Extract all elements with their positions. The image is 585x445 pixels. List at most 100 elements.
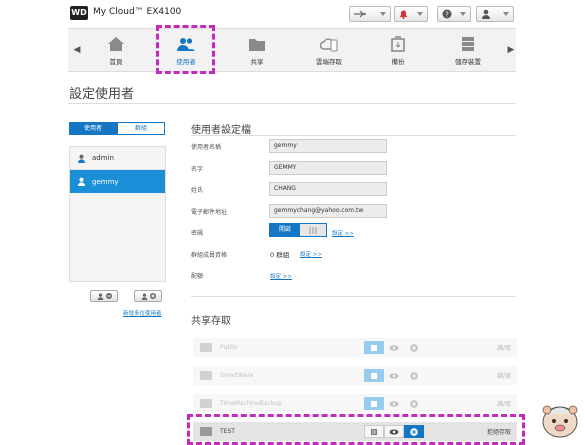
share-name: TimeMachineBackup — [220, 400, 282, 407]
eye-icon — [389, 372, 399, 379]
firstname-label: 名字 — [191, 166, 204, 173]
nav-cloud-label: 雲端存取 — [316, 58, 342, 66]
read-write-button[interactable] — [364, 341, 384, 354]
folder-icon — [200, 399, 212, 408]
folder-icon — [200, 343, 212, 352]
share-row-smartware[interactable]: SmartWare 讀/寫 — [193, 366, 517, 385]
usb-menu-button[interactable] — [349, 6, 391, 22]
share-name: SmartWare — [220, 372, 254, 379]
password-toggle-off — [300, 224, 326, 236]
section-divider — [191, 296, 516, 297]
nav-users-highlight — [156, 25, 215, 74]
user-icon — [77, 177, 86, 186]
svg-text:?: ? — [445, 11, 449, 19]
title-divider — [68, 103, 516, 104]
nav-shares[interactable]: 共享 — [230, 30, 284, 72]
nav-next-icon[interactable]: ▶ — [506, 28, 516, 72]
page-title: 設定使用者 — [69, 87, 135, 102]
share-permission: 讀/寫 — [496, 373, 511, 380]
user-name: admin — [92, 154, 114, 162]
tab-users[interactable]: 使用者 — [69, 122, 117, 135]
read-only-button[interactable] — [384, 397, 404, 410]
username-field[interactable]: gemmy — [269, 139, 387, 153]
share-name: Public — [220, 344, 238, 351]
password-toggle-on: 開啟 — [270, 224, 300, 236]
password-config-link[interactable]: 設定 >> — [332, 229, 354, 237]
account-menu-button[interactable] — [476, 6, 514, 22]
bell-icon — [400, 10, 407, 19]
user-icon — [97, 292, 103, 300]
minus-icon — [105, 293, 112, 299]
read-write-button[interactable] — [364, 397, 384, 410]
home-icon — [108, 37, 124, 51]
backup-icon — [391, 36, 405, 52]
quota-label: 配額 — [191, 273, 204, 280]
firstname-field[interactable]: GEMMY — [269, 161, 387, 175]
deny-button[interactable] — [404, 397, 424, 410]
edit-icon — [371, 400, 377, 407]
read-only-button[interactable] — [384, 341, 404, 354]
deny-button[interactable] — [404, 369, 424, 382]
group-membership-label: 群組成員資格 — [191, 252, 228, 259]
alerts-menu-button[interactable] — [394, 6, 428, 22]
product-name: My Cloud™ EX4100 — [93, 7, 182, 17]
user-item-gemmy[interactable]: gemmy — [70, 170, 165, 193]
edit-icon — [371, 372, 377, 379]
mascot-sticker-icon — [542, 405, 578, 438]
nav-home[interactable]: 首頁 — [89, 30, 143, 72]
share-row-test-highlight — [187, 414, 525, 445]
user-icon — [77, 154, 86, 163]
share-permission: 讀/寫 — [496, 401, 511, 408]
tab-groups[interactable]: 群組 — [117, 122, 165, 135]
remove-user-button[interactable] — [90, 290, 118, 302]
email-label: 電子郵件地址 — [191, 209, 228, 216]
quota-config-link[interactable]: 設定 >> — [270, 272, 292, 280]
eye-icon — [389, 400, 399, 407]
storage-icon — [462, 37, 474, 51]
folder-icon — [249, 39, 265, 51]
nav-home-label: 首頁 — [109, 58, 123, 66]
nav-prev-icon[interactable]: ◀ — [72, 28, 82, 72]
usb-icon — [354, 10, 366, 18]
group-membership-value: 0 群組 — [270, 251, 290, 259]
folder-icon — [200, 371, 212, 380]
nav-shares-label: 共享 — [250, 58, 264, 66]
help-menu-button[interactable]: ? — [437, 6, 471, 22]
share-access-title: 共享存取 — [191, 316, 231, 327]
share-row-timemachine[interactable]: TimeMachineBackup 讀/寫 — [193, 394, 517, 413]
user-icon — [141, 292, 147, 300]
share-permission: 讀/寫 — [496, 345, 511, 352]
deny-icon — [410, 399, 418, 408]
deny-icon — [410, 371, 418, 380]
share-row-public[interactable]: Public 讀/寫 — [193, 338, 517, 357]
nav-backup[interactable]: 備份 — [371, 30, 425, 72]
group-config-link[interactable]: 設定 >> — [300, 250, 322, 258]
deny-button[interactable] — [404, 341, 424, 354]
lastname-field[interactable]: CHANG — [269, 182, 387, 196]
email-field[interactable]: gemmychang@yahoo.com.tw — [269, 204, 387, 218]
profile-divider — [191, 135, 516, 136]
add-user-button[interactable] — [134, 290, 162, 302]
user-item-admin[interactable]: admin — [70, 147, 165, 170]
nav-cloud-access[interactable]: 雲端存取 — [302, 30, 356, 72]
grip-icon — [309, 226, 317, 234]
add-multiple-users-link[interactable]: 新增多位使用者 — [123, 309, 162, 317]
username-label: 使用者名稱 — [191, 144, 222, 151]
eye-icon — [389, 344, 399, 351]
lastname-label: 姓氏 — [191, 187, 204, 194]
wd-logo: WD — [70, 6, 88, 20]
nav-backup-label: 備份 — [391, 58, 405, 66]
deny-icon — [410, 343, 418, 352]
read-only-button[interactable] — [384, 369, 404, 382]
read-write-button[interactable] — [364, 369, 384, 382]
user-name: gemmy — [92, 177, 119, 186]
plus-icon — [149, 293, 156, 299]
help-icon: ? — [442, 9, 452, 19]
password-label: 密碼 — [191, 230, 204, 237]
edit-icon — [371, 344, 377, 351]
profile-title: 使用者設定檔 — [191, 125, 251, 136]
user-icon — [482, 9, 490, 19]
nav-storage-label: 儲存裝置 — [455, 58, 481, 66]
password-toggle[interactable]: 開啟 — [269, 223, 327, 237]
nav-storage[interactable]: 儲存裝置 — [441, 30, 495, 72]
